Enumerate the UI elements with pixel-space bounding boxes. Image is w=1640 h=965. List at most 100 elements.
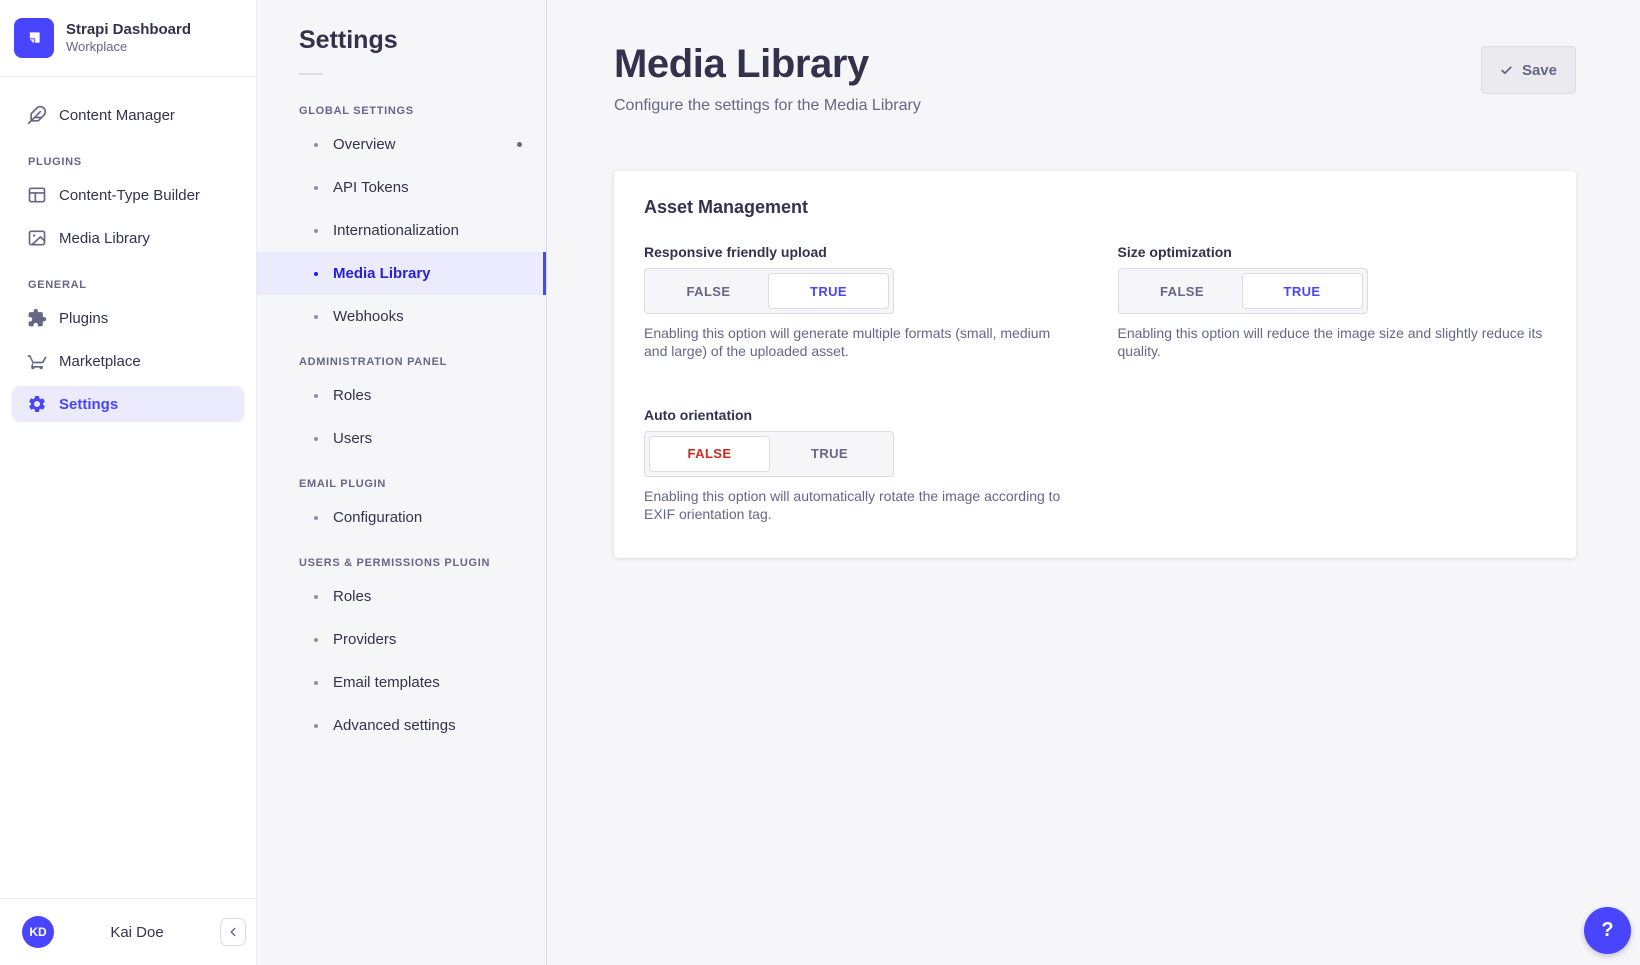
sidebar-section-general: GENERAL — [28, 279, 244, 291]
subnav-section-administration-panel: ADMINISTRATION PANEL Roles Users — [257, 356, 546, 460]
subnav-item-email-templates[interactable]: Email templates — [257, 661, 546, 704]
sidebar-item-label: Settings — [59, 396, 118, 413]
card-title: Asset Management — [644, 197, 1546, 218]
toggle-false-option[interactable]: FALSE — [649, 273, 768, 309]
bullet-icon — [314, 272, 318, 276]
strapi-logo-icon — [14, 18, 54, 58]
subnav-section-global-settings: GLOBAL SETTINGS Overview API Tokens Inte… — [257, 105, 546, 338]
field-description: Enabling this option will reduce the ima… — [1118, 324, 1547, 361]
save-button[interactable]: Save — [1481, 46, 1576, 94]
toggle-false-option[interactable]: FALSE — [1123, 273, 1242, 309]
subnav-item-webhooks[interactable]: Webhooks — [257, 295, 546, 338]
subnav-item-label: Advanced settings — [333, 717, 456, 734]
check-icon — [1500, 64, 1513, 77]
sidebar-item-content-type-builder[interactable]: Content-Type Builder — [12, 177, 244, 213]
subnav-item-admin-roles[interactable]: Roles — [257, 374, 546, 417]
bullet-icon — [314, 595, 318, 599]
toggle-responsive-friendly-upload: FALSE TRUE — [644, 268, 894, 314]
bullet-icon — [314, 516, 318, 520]
toggle-true-option[interactable]: TRUE — [770, 436, 889, 472]
subnav-section-label: USERS & PERMISSIONS PLUGIN — [257, 557, 546, 569]
save-button-label: Save — [1522, 62, 1557, 79]
main-content: Media Library Configure the settings for… — [547, 0, 1640, 965]
page-title: Media Library — [614, 42, 921, 87]
bullet-icon — [314, 229, 318, 233]
bullet-icon — [314, 681, 318, 685]
field-label: Auto orientation — [644, 407, 1073, 423]
subnav-section-label: ADMINISTRATION PANEL — [257, 356, 546, 368]
subnav-item-label: Configuration — [333, 509, 422, 526]
avatar[interactable]: KD — [22, 916, 54, 948]
bullet-icon — [314, 437, 318, 441]
field-label: Responsive friendly upload — [644, 244, 1073, 260]
subnav-item-label: Internationalization — [333, 222, 459, 239]
image-icon — [27, 228, 47, 248]
sidebar-item-settings[interactable]: Settings — [12, 386, 244, 422]
subnav-item-up-roles[interactable]: Roles — [257, 575, 546, 618]
toggle-true-option[interactable]: TRUE — [768, 273, 889, 309]
app-root: Strapi Dashboard Workplace Content Manag… — [0, 0, 1640, 965]
subnav-item-overview[interactable]: Overview — [257, 123, 546, 166]
sidebar-item-label: Marketplace — [59, 353, 141, 370]
bullet-icon — [314, 186, 318, 190]
toggle-true-option[interactable]: TRUE — [1242, 273, 1363, 309]
subnav-title: Settings — [257, 26, 546, 55]
chevron-left-icon — [226, 925, 240, 939]
field-auto-orientation: Auto orientation FALSE TRUE Enabling thi… — [644, 407, 1073, 524]
user-name: Kai Doe — [54, 924, 220, 941]
sidebar-item-media-library[interactable]: Media Library — [12, 220, 244, 256]
subnav-item-advanced-settings[interactable]: Advanced settings — [257, 704, 546, 747]
field-description: Enabling this option will automatically … — [644, 487, 1073, 524]
subnav-item-providers[interactable]: Providers — [257, 618, 546, 661]
subnav-item-label: Users — [333, 430, 372, 447]
help-button[interactable]: ? — [1584, 907, 1631, 954]
subnav-item-label: Media Library — [333, 265, 431, 282]
subnav-item-label: Providers — [333, 631, 396, 648]
fields-grid: Responsive friendly upload FALSE TRUE En… — [644, 244, 1546, 524]
subnav-section-label: EMAIL PLUGIN — [257, 478, 546, 490]
subnav-item-api-tokens[interactable]: API Tokens — [257, 166, 546, 209]
subnav-item-media-library[interactable]: Media Library — [257, 252, 546, 295]
sidebar-item-marketplace[interactable]: Marketplace — [12, 343, 244, 379]
sidebar-item-label: Content Manager — [59, 107, 175, 124]
bullet-icon — [314, 315, 318, 319]
page-title-block: Media Library Configure the settings for… — [614, 0, 921, 115]
brand-title: Strapi Dashboard — [66, 21, 191, 40]
subnav-item-label: Overview — [333, 136, 396, 153]
sidebar-item-content-manager[interactable]: Content Manager — [12, 97, 244, 133]
workspace-switcher[interactable]: Strapi Dashboard Workplace — [0, 0, 256, 76]
bullet-icon — [314, 724, 318, 728]
page-subtitle: Configure the settings for the Media Lib… — [614, 97, 921, 115]
bullet-icon — [314, 638, 318, 642]
subnav-item-admin-users[interactable]: Users — [257, 417, 546, 460]
layout-icon — [27, 185, 47, 205]
subnav-item-internationalization[interactable]: Internationalization — [257, 209, 546, 252]
toggle-auto-orientation: FALSE TRUE — [644, 431, 894, 477]
subnav-section-label: GLOBAL SETTINGS — [257, 105, 546, 117]
toggle-false-option[interactable]: FALSE — [649, 436, 770, 472]
subnav-section-users-permissions: USERS & PERMISSIONS PLUGIN Roles Provide… — [257, 557, 546, 747]
field-description: Enabling this option will generate multi… — [644, 324, 1073, 361]
field-responsive-friendly-upload: Responsive friendly upload FALSE TRUE En… — [644, 244, 1073, 361]
subnav-item-label: API Tokens — [333, 179, 409, 196]
field-size-optimization: Size optimization FALSE TRUE Enabling th… — [1118, 244, 1547, 361]
subnav-item-label: Roles — [333, 387, 371, 404]
subnav-item-email-configuration[interactable]: Configuration — [257, 496, 546, 539]
sidebar-section-plugins: PLUGINS — [28, 156, 244, 168]
subnav-item-label: Email templates — [333, 674, 440, 691]
puzzle-icon — [27, 308, 47, 328]
sidebar-item-label: Content-Type Builder — [59, 187, 200, 204]
toggle-size-optimization: FALSE TRUE — [1118, 268, 1368, 314]
collapse-sidebar-button[interactable] — [220, 918, 246, 946]
main-sidebar: Strapi Dashboard Workplace Content Manag… — [0, 0, 257, 965]
brand-subtitle: Workplace — [66, 39, 191, 55]
feather-icon — [27, 105, 47, 125]
sidebar-item-label: Plugins — [59, 310, 108, 327]
subnav-section-email-plugin: EMAIL PLUGIN Configuration — [257, 478, 546, 539]
settings-subnav: Settings GLOBAL SETTINGS Overview API To… — [257, 0, 547, 965]
sidebar-item-label: Media Library — [59, 230, 150, 247]
sidebar-item-plugins[interactable]: Plugins — [12, 300, 244, 336]
bullet-icon — [314, 143, 318, 147]
user-row: KD Kai Doe — [0, 898, 256, 965]
gear-icon — [27, 394, 47, 414]
